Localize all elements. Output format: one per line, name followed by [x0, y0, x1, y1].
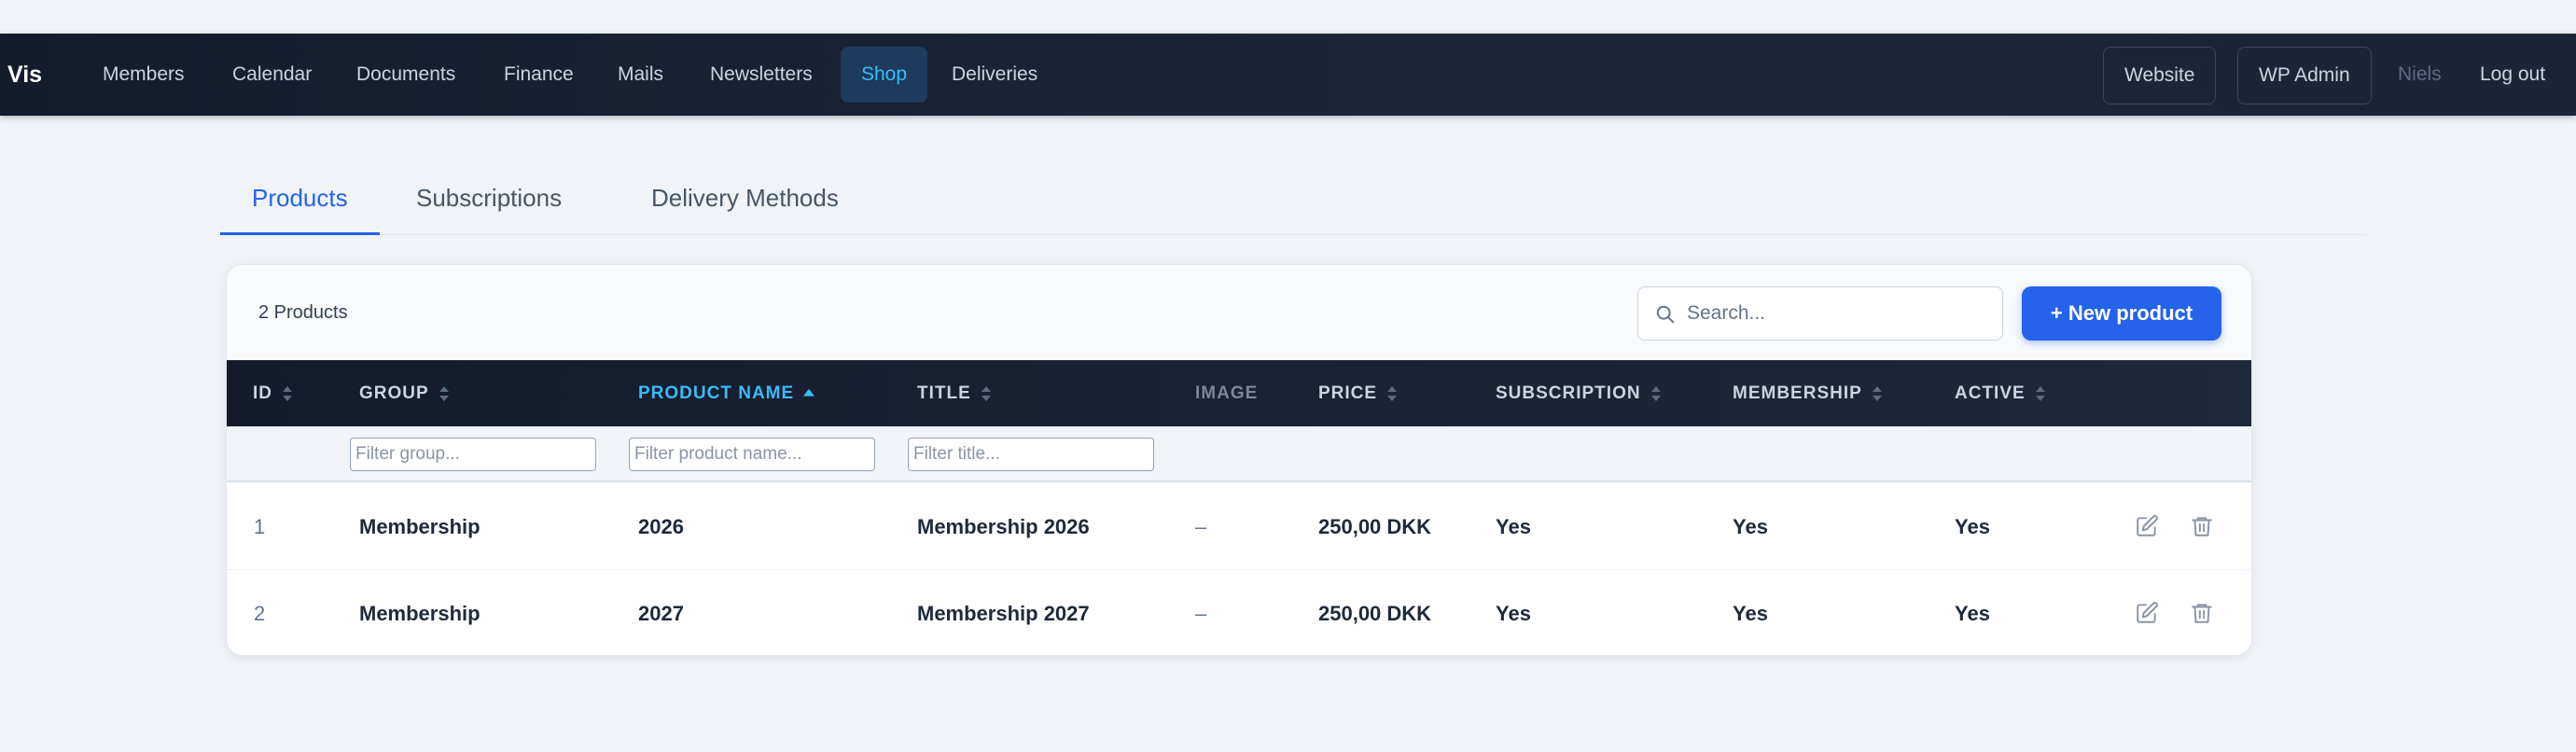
column-header-image: IMAGE — [1195, 383, 1259, 403]
wp-admin-button[interactable]: WP Admin — [2237, 47, 2372, 104]
cell-product-name: 2027 — [638, 602, 684, 625]
cell-membership: Yes — [1733, 602, 1768, 625]
column-header-membership[interactable]: MEMBERSHIP — [1733, 360, 1883, 426]
filter-product-name-input[interactable] — [629, 438, 875, 471]
nav-item-newsletters[interactable]: Newsletters — [689, 47, 833, 103]
sort-icon — [1650, 385, 1661, 401]
table-row[interactable]: 2 Membership 2027 Membership 2027 – 250,… — [227, 570, 2251, 655]
cell-group: Membership — [359, 515, 480, 538]
nav-item-shop[interactable]: Shop — [841, 47, 928, 103]
cell-product-name: 2026 — [638, 515, 684, 538]
tab-subscriptions[interactable]: Subscriptions — [384, 168, 593, 235]
sort-icon — [1387, 385, 1398, 401]
filter-row — [227, 426, 2251, 482]
nav-item-documents[interactable]: Documents — [336, 47, 476, 103]
column-header-subscription[interactable]: SUBSCRIPTION — [1496, 360, 1662, 426]
cell-subscription: Yes — [1496, 602, 1531, 625]
sort-asc-icon — [803, 388, 815, 397]
sort-icon — [439, 385, 449, 401]
search-icon — [1656, 305, 1675, 324]
cell-title: Membership 2026 — [917, 515, 1090, 538]
window-top-strip — [0, 0, 2576, 34]
search-box[interactable] — [1637, 286, 2003, 341]
card-toolbar: 2 Products + New product — [227, 265, 2251, 360]
cell-price: 250,00 DKK — [1318, 515, 1432, 538]
product-count: 2 Products — [258, 302, 348, 323]
cell-subscription: Yes — [1496, 515, 1531, 538]
cell-membership: Yes — [1733, 515, 1768, 538]
new-product-button[interactable]: + New product — [2022, 286, 2221, 341]
table-row[interactable]: 1 Membership 2026 Membership 2026 – 250,… — [227, 483, 2251, 570]
filter-title-input[interactable] — [908, 438, 1154, 471]
nav-item-members[interactable]: Members — [82, 47, 205, 103]
tab-products[interactable]: Products — [220, 168, 380, 235]
cell-price: 250,00 DKK — [1318, 602, 1432, 625]
cell-image: – — [1195, 515, 1207, 538]
top-navbar: Vis Members Calendar Documents Finance M… — [0, 34, 2576, 116]
brand-logo[interactable]: Vis — [7, 34, 42, 116]
trash-icon[interactable] — [2190, 601, 2214, 625]
column-header-group[interactable]: GROUP — [359, 360, 450, 426]
column-header-price[interactable]: PRICE — [1318, 360, 1398, 426]
shop-tabs: Products Subscriptions Delivery Methods — [220, 168, 2366, 235]
website-button[interactable]: Website — [2103, 47, 2217, 104]
column-header-active[interactable]: ACTIVE — [1955, 360, 2046, 426]
cell-active: Yes — [1955, 515, 1990, 538]
cell-id: 1 — [254, 515, 266, 538]
sort-icon — [1872, 385, 1882, 401]
sort-icon — [981, 385, 991, 401]
cell-image: – — [1195, 602, 1207, 625]
nav-item-finance[interactable]: Finance — [483, 47, 594, 103]
filter-group-input[interactable] — [350, 438, 596, 471]
sort-icon — [283, 385, 292, 401]
column-header-id[interactable]: ID — [253, 360, 293, 426]
sort-icon — [2035, 385, 2045, 401]
edit-icon[interactable] — [2135, 601, 2159, 625]
nav-item-calendar[interactable]: Calendar — [212, 47, 332, 103]
nav-item-deliveries[interactable]: Deliveries — [931, 47, 1058, 103]
trash-icon[interactable] — [2190, 514, 2214, 538]
current-user-name: Niels — [2398, 63, 2442, 85]
products-card: 2 Products + New product ID GROUP PRODUC… — [226, 264, 2252, 656]
logout-link[interactable]: Log out — [2480, 47, 2545, 103]
tab-delivery-methods[interactable]: Delivery Methods — [620, 168, 870, 235]
column-header-product-name[interactable]: PRODUCT NAME — [638, 360, 815, 426]
nav-item-mails[interactable]: Mails — [597, 47, 684, 103]
edit-icon[interactable] — [2135, 514, 2159, 538]
cell-title: Membership 2027 — [917, 602, 1090, 625]
cell-group: Membership — [359, 602, 480, 625]
column-header-title[interactable]: TITLE — [917, 360, 992, 426]
cell-id: 2 — [254, 602, 266, 625]
table-header: ID GROUP PRODUCT NAME TITLE IMAGE PRICE … — [227, 360, 2251, 426]
search-input[interactable] — [1687, 287, 1995, 340]
cell-active: Yes — [1955, 602, 1990, 625]
